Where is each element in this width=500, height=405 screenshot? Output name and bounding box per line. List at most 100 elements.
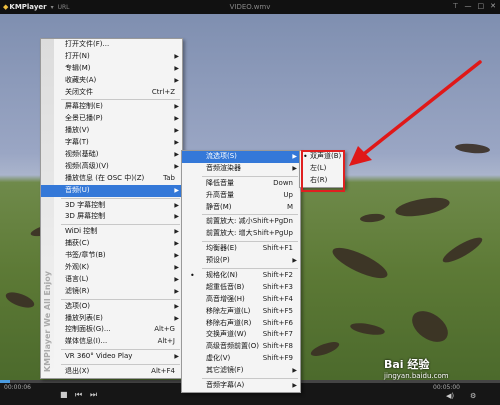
main-menu-item[interactable]: 音频(U) ▶ bbox=[41, 184, 182, 197]
settings-icon[interactable]: ⚙ bbox=[470, 392, 476, 400]
main-menu-item[interactable]: 捕获(C) ▶ bbox=[41, 238, 182, 250]
menu-separator bbox=[61, 364, 180, 366]
submenu-arrow-icon: ▶ bbox=[292, 382, 297, 390]
menu-item-shortcut: Alt+F4 bbox=[151, 367, 175, 376]
menu-item-shortcut: Shift+F9 bbox=[262, 354, 293, 363]
audio-menu-item[interactable]: 均衡器(E) Shift+F1 bbox=[182, 243, 300, 255]
menu-item-label: 均衡器(E) bbox=[206, 244, 237, 253]
main-menu-item[interactable]: 媒体信息(I)... Alt+J bbox=[41, 336, 182, 348]
menu-item-label: 静音(M) bbox=[206, 202, 232, 211]
main-menu-item[interactable]: 滤镜(R) ▶ bbox=[41, 286, 182, 298]
submenu-arrow-icon: ▶ bbox=[174, 275, 179, 283]
menu-item-label: 关闭文件 bbox=[65, 87, 93, 96]
bird-shape bbox=[329, 242, 391, 284]
stop-icon[interactable]: ■ bbox=[60, 390, 68, 399]
audio-menu-item[interactable]: • 规格化(N) Shift+F2 bbox=[182, 270, 300, 282]
main-menu-item[interactable]: 屏幕控制(E) ▶ bbox=[41, 101, 182, 113]
main-menu-item[interactable]: 打开文件(F)... bbox=[41, 39, 182, 51]
menu-item-label: 音频渲染器 bbox=[206, 163, 241, 172]
submenu-arrow-icon: ▶ bbox=[174, 162, 179, 170]
main-menu-item[interactable]: VR 360° Video Play ▶ bbox=[41, 351, 182, 363]
minimize-icon[interactable]: — bbox=[465, 2, 472, 10]
menu-item-shortcut: Shift+F2 bbox=[262, 271, 293, 280]
audio-menu-item[interactable]: 前置放大: 增大 Shift+PgUp bbox=[182, 228, 300, 240]
menu-separator bbox=[61, 349, 180, 351]
close-icon[interactable]: ✕ bbox=[490, 2, 496, 10]
main-menu-item[interactable]: 专辑(M) ▶ bbox=[41, 63, 182, 75]
submenu-arrow-icon: ▶ bbox=[174, 64, 179, 72]
main-menu-item[interactable]: 播放信息 (在 OSC 中)(Z) Tab bbox=[41, 173, 182, 185]
volume-icon[interactable]: ◀) bbox=[446, 392, 454, 400]
menu-item-label: 语言(L) bbox=[65, 274, 89, 283]
audio-menu-item[interactable]: 高级音频前置(O) Shift+F8 bbox=[182, 341, 300, 353]
main-menu-item[interactable]: 语言(L) ▶ bbox=[41, 274, 182, 286]
menu-item-label: 升高音量 bbox=[206, 190, 234, 199]
next-icon[interactable]: ⏭ bbox=[90, 390, 97, 400]
kmplayer-window: ◆KMPlayer ▾ URL VIDEO.wmv ⊤ — □ ✕ 00:00:… bbox=[0, 0, 500, 405]
menu-item-shortcut: Alt+G bbox=[154, 325, 175, 334]
prev-icon[interactable]: ⏮ bbox=[75, 390, 82, 400]
audio-menu-item[interactable]: 移除左声道(L) Shift+F5 bbox=[182, 306, 300, 318]
menu-item-label: 虚化(V) bbox=[206, 354, 231, 363]
menu-item-label: 播放(V) bbox=[65, 126, 90, 135]
menu-item-label: 媒体信息(I)... bbox=[65, 337, 108, 346]
audio-menu-item[interactable]: 其它滤镜(F) ▶ bbox=[182, 365, 300, 377]
audio-menu-item[interactable]: 降低音量 Down bbox=[182, 178, 300, 190]
maximize-icon[interactable]: □ bbox=[478, 2, 485, 10]
audio-menu-item[interactable]: 预设(P) ▶ bbox=[182, 255, 300, 267]
audio-menu-item[interactable]: 超重低音(B) Shift+F3 bbox=[182, 282, 300, 294]
menu-item-shortcut: Alt+J bbox=[157, 337, 175, 346]
menu-item-label: 降低音量 bbox=[206, 178, 234, 187]
menu-item-shortcut: Shift+F6 bbox=[262, 318, 293, 327]
main-menu-item[interactable]: WiDi 控制 ▶ bbox=[41, 226, 182, 238]
audio-menu-item[interactable]: 音频字幕(A) ▶ bbox=[182, 380, 300, 392]
menu-item-label: 全景已播(P) bbox=[65, 114, 103, 123]
main-menu-item[interactable]: 字幕(T) ▶ bbox=[41, 137, 182, 149]
main-menu-item[interactable]: 3D 字幕控制 ▶ bbox=[41, 200, 182, 212]
main-menu-item[interactable]: 播放列表(E) ▶ bbox=[41, 313, 182, 325]
main-menu-item[interactable]: 退出(X) Alt+F4 bbox=[41, 366, 182, 378]
submenu-arrow-icon: ▶ bbox=[174, 201, 179, 209]
audio-menu-item[interactable]: 流选项(S) ▶ bbox=[182, 151, 300, 163]
main-menu-item[interactable]: 打开(N) ▶ bbox=[41, 51, 182, 63]
bird-shape bbox=[309, 339, 341, 359]
menu-separator bbox=[202, 175, 298, 177]
audio-menu-item[interactable]: 虚化(V) Shift+F9 bbox=[182, 353, 300, 365]
submenu-arrow-icon: ▶ bbox=[174, 151, 179, 159]
submenu-arrow-icon: ▶ bbox=[174, 186, 179, 194]
baidu-watermark: Bai 经验 jingyan.baidu.com bbox=[384, 356, 449, 380]
main-menu-item[interactable]: 选项(O) ▶ bbox=[41, 301, 182, 313]
menu-item-label: 播放列表(E) bbox=[65, 313, 103, 322]
audio-menu-item[interactable]: 交换声道(W) Shift+F7 bbox=[182, 329, 300, 341]
bird-shape bbox=[359, 212, 386, 224]
main-menu-item[interactable]: 视频(高级)(V) ▶ bbox=[41, 161, 182, 173]
menu-item-shortcut: Shift+PgUp bbox=[252, 229, 293, 238]
submenu-arrow-icon: ▶ bbox=[174, 115, 179, 123]
main-menu-item[interactable]: 视频(基础) ▶ bbox=[41, 149, 182, 161]
audio-menu-item[interactable]: 移除右声道(R) Shift+F6 bbox=[182, 318, 300, 330]
main-menu-item[interactable]: 关闭文件 Ctrl+Z bbox=[41, 87, 182, 99]
menu-item-label: 流选项(S) bbox=[206, 152, 237, 160]
submenu-arrow-icon: ▶ bbox=[292, 164, 297, 172]
menu-item-label: 专辑(M) bbox=[65, 63, 91, 72]
main-menu-item[interactable]: 控制面板(G)... Alt+G bbox=[41, 324, 182, 336]
main-menu-item[interactable]: 3D 屏幕控制 ▶ bbox=[41, 211, 182, 223]
audio-menu-item[interactable]: 前置放大: 减小 Shift+PgDn bbox=[182, 216, 300, 228]
audio-menu-item[interactable]: 音频渲染器 ▶ bbox=[182, 163, 300, 175]
pin-icon[interactable]: ⊤ bbox=[452, 2, 458, 10]
check-icon: • bbox=[190, 271, 195, 281]
audio-menu-item[interactable]: 升高音量 Up bbox=[182, 190, 300, 202]
menu-separator bbox=[61, 99, 180, 101]
audio-menu-item[interactable]: 高音增强(H) Shift+F4 bbox=[182, 294, 300, 306]
menu-item-label: 打开(N) bbox=[65, 51, 90, 60]
main-menu-item[interactable]: 收藏夹(A) ▶ bbox=[41, 75, 182, 87]
main-menu-item[interactable]: 外观(K) ▶ bbox=[41, 262, 182, 274]
seek-bar-fill bbox=[0, 380, 10, 383]
context-menu-main: KMPlayer We All Enjoy 打开文件(F)... 打开(N) ▶ 专辑… bbox=[40, 38, 183, 380]
menu-separator bbox=[202, 378, 298, 380]
menu-item-label: 超重低音(B) bbox=[206, 282, 245, 291]
main-menu-item[interactable]: 全景已播(P) ▶ bbox=[41, 113, 182, 125]
audio-menu-item[interactable]: 静音(M) M bbox=[182, 202, 300, 214]
main-menu-item[interactable]: 书签/章节(B) ▶ bbox=[41, 250, 182, 262]
main-menu-item[interactable]: 播放(V) ▶ bbox=[41, 125, 182, 137]
